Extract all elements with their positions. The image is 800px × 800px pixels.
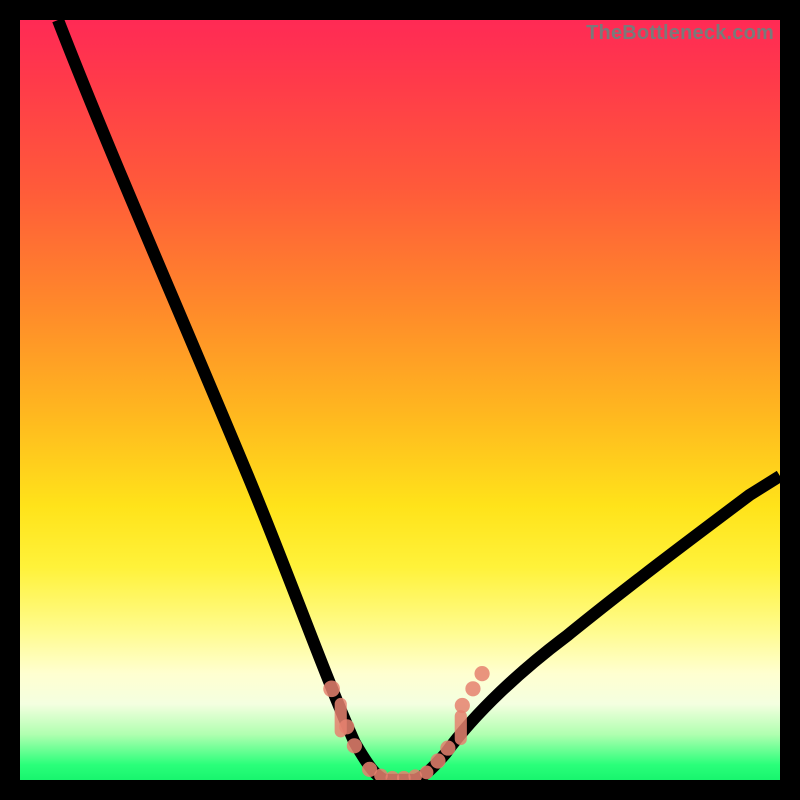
bottleneck-curve [20, 20, 780, 780]
plot-area: TheBottleneck.com [20, 20, 780, 780]
curve-path [58, 20, 780, 780]
chart-frame: TheBottleneck.com [0, 0, 800, 800]
curve-markers [323, 666, 489, 780]
